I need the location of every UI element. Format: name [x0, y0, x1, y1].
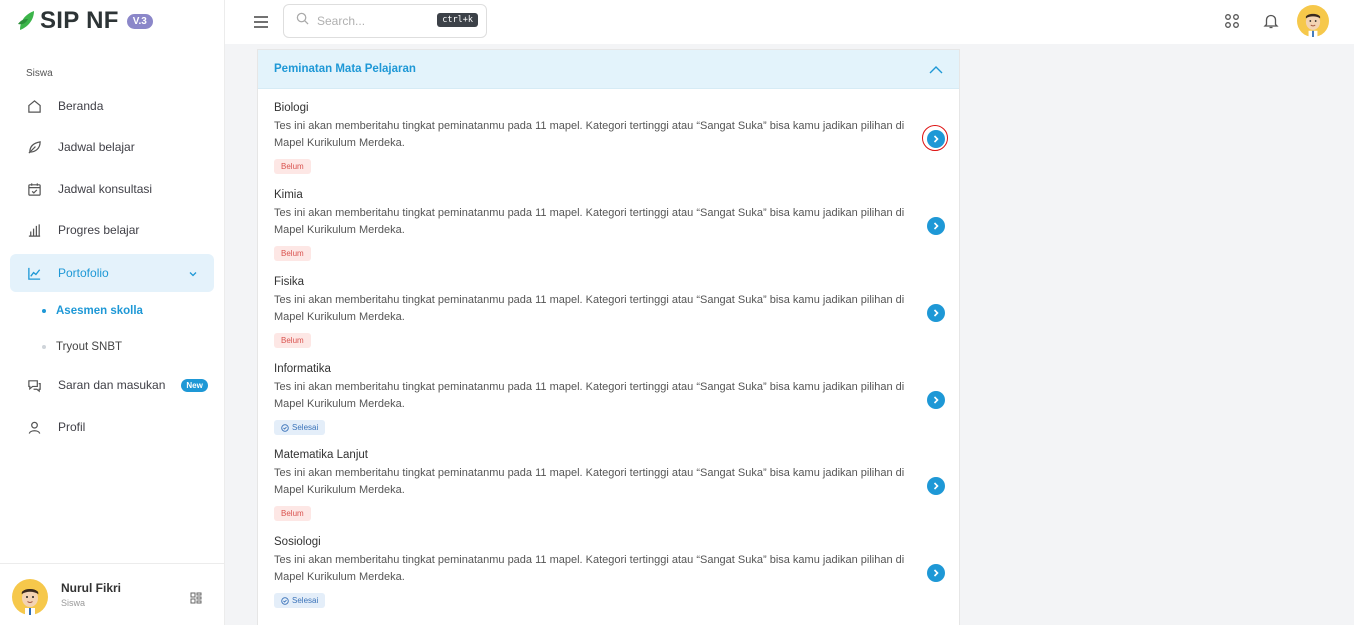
avatar[interactable]	[12, 579, 48, 615]
sidebar-item-label: Profil	[58, 420, 86, 434]
status-badge: Belum	[274, 246, 311, 261]
status-badge: Belum	[274, 333, 311, 348]
sidebar-item-label: Portofolio	[58, 266, 109, 280]
leaf-icon	[26, 139, 42, 155]
chevron-right-icon	[933, 135, 939, 143]
trend-chart-icon	[26, 265, 42, 281]
list-item: Biologi Tes ini akan memberitahu tingkat…	[274, 102, 949, 182]
sidebar-item-jadwal-belajar[interactable]: Jadwal belajar	[10, 128, 214, 166]
subject-description: Tes ini akan memberitahu tingkat peminat…	[274, 381, 905, 410]
sidebar-item-label: Beranda	[58, 99, 104, 113]
chevron-down-icon	[188, 266, 198, 284]
search-icon	[296, 12, 309, 30]
subject-description: Tes ini akan memberitahu tingkat peminat…	[274, 467, 905, 496]
accordion-header[interactable]: Peminatan Mata Pelajaran	[258, 50, 959, 89]
subitem-asesmen-skolla[interactable]: Asesmen skolla	[42, 305, 143, 317]
bullet-dot	[42, 309, 46, 313]
search-input[interactable]	[317, 14, 427, 28]
chevron-right-icon	[933, 309, 939, 317]
bullet-dot	[42, 345, 46, 349]
subject-name: Matematika Lanjut	[274, 449, 368, 461]
topbar: ctrl+k	[225, 0, 1354, 44]
bell-icon[interactable]	[1263, 13, 1279, 34]
sidebar-item-beranda[interactable]: Beranda	[10, 87, 214, 125]
subject-name: Sosiologi	[274, 536, 321, 548]
leaf-logo-icon	[18, 11, 34, 30]
subject-description: Tes ini akan memberitahu tingkat peminat…	[274, 120, 905, 149]
user-role: Siswa	[61, 598, 86, 608]
status-badge: Selesai	[274, 420, 326, 435]
open-test-button[interactable]	[927, 217, 945, 235]
sidebar: SIP NF V.3 Siswa Beranda Jadwal belajar …	[0, 0, 225, 625]
subitem-label: Asesmen skolla	[56, 305, 143, 317]
subject-name: Biologi	[274, 102, 309, 114]
sidebar-item-label: Progres belajar	[58, 223, 140, 237]
sidebar-item-saran-dan-masukan[interactable]: Saran dan masukan New	[10, 366, 214, 404]
search-box[interactable]: ctrl+k	[283, 4, 487, 38]
version-badge: V.3	[126, 13, 153, 29]
sidebar-item-profil[interactable]: Profil	[10, 408, 214, 446]
open-test-button[interactable]	[922, 125, 948, 151]
subitem-tryout-snbt[interactable]: Tryout SNBT	[42, 341, 122, 353]
open-test-button[interactable]	[927, 564, 945, 582]
shortcut-hint: ctrl+k	[437, 13, 478, 27]
subject-name: Informatika	[274, 363, 331, 375]
sidebar-item-portofolio[interactable]: Portofolio	[10, 254, 214, 292]
open-test-button[interactable]	[927, 304, 945, 322]
section-label: Siswa	[26, 68, 53, 79]
brand-logo[interactable]: SIP NF V.3	[18, 7, 153, 34]
avatar[interactable]	[1297, 5, 1329, 37]
open-test-button[interactable]	[927, 391, 945, 409]
chevron-right-icon	[933, 482, 939, 490]
status-badge: Belum	[274, 159, 311, 174]
sidebar-item-label: Saran dan masukan	[58, 378, 166, 392]
chevron-up-icon[interactable]	[929, 62, 943, 80]
sidebar-item-progres-belajar[interactable]: Progres belajar	[10, 211, 214, 249]
home-icon	[26, 98, 42, 114]
subject-description: Tes ini akan memberitahu tingkat peminat…	[274, 294, 905, 323]
check-circle-icon	[281, 423, 289, 432]
apps-grid-icon[interactable]	[1224, 13, 1240, 34]
chevron-right-icon	[933, 569, 939, 577]
check-circle-icon	[281, 596, 289, 605]
list-item: Sosiologi Tes ini akan memberitahu tingk…	[274, 536, 949, 616]
user-icon	[26, 419, 42, 435]
chevron-right-icon	[933, 222, 939, 230]
brand-name: SIP NF	[40, 7, 119, 34]
status-label: Selesai	[292, 596, 319, 605]
chat-icon	[26, 377, 42, 393]
chevron-right-icon	[933, 396, 939, 404]
card-title: Peminatan Mata Pelajaran	[274, 63, 416, 75]
open-test-button[interactable]	[927, 477, 945, 495]
hamburger-menu-icon[interactable]	[254, 15, 268, 33]
list-item: Matematika Lanjut Tes ini akan memberita…	[274, 449, 949, 529]
subject-name: Kimia	[274, 189, 303, 201]
status-badge: Selesai	[274, 593, 326, 608]
list-item: Informatika Tes ini akan memberitahu tin…	[274, 363, 949, 443]
subject-description: Tes ini akan memberitahu tingkat peminat…	[274, 207, 905, 236]
switch-panel-icon[interactable]	[190, 591, 202, 609]
sidebar-item-label: Jadwal konsultasi	[58, 182, 153, 196]
user-name: Nurul Fikri	[61, 581, 122, 595]
subitem-label: Tryout SNBT	[56, 341, 123, 353]
subject-description: Tes ini akan memberitahu tingkat peminat…	[274, 554, 905, 583]
calendar-check-icon	[26, 181, 42, 197]
list-item: Fisika Tes ini akan memberitahu tingkat …	[274, 276, 949, 356]
bar-chart-icon	[26, 222, 42, 238]
sidebar-item-label: Jadwal belajar	[58, 140, 135, 154]
interest-test-card: Peminatan Mata Pelajaran Biologi Tes ini…	[257, 49, 960, 625]
subject-name: Fisika	[274, 276, 305, 288]
user-profile-box: Nurul Fikri Siswa	[0, 563, 225, 625]
new-badge: New	[181, 378, 208, 392]
status-badge: Belum	[274, 506, 311, 521]
status-label: Selesai	[292, 423, 319, 432]
sidebar-item-jadwal-konsultasi[interactable]: Jadwal konsultasi	[10, 170, 214, 208]
list-item: Kimia Tes ini akan memberitahu tingkat p…	[274, 189, 949, 269]
